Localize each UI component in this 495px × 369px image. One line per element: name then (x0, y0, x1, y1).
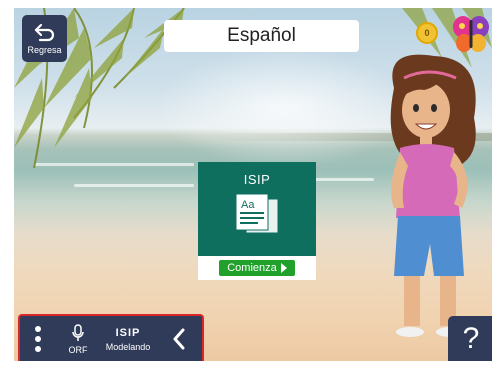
help-button[interactable]: ? (448, 316, 492, 361)
modeling-label: Modelando (105, 341, 151, 352)
orf-label: ORF (68, 344, 88, 355)
svg-text:Aa: Aa (241, 199, 255, 211)
collapse-toolbar-button[interactable] (156, 316, 202, 361)
play-icon (280, 263, 287, 273)
beach-scene: Regresa Español 0 ISIP Aa Comienza ORF I… (14, 8, 492, 361)
character-girl (390, 54, 476, 337)
back-label: Regresa (27, 45, 62, 55)
activity-card-isip[interactable]: ISIP Aa Comienza (198, 162, 316, 280)
activity-card-footer: Comienza (198, 256, 316, 280)
activity-card-title: ISIP (243, 172, 271, 187)
bottom-toolbar: ORF ISIP Modelando (18, 314, 204, 361)
coin-counter: 0 (416, 22, 438, 44)
back-button[interactable]: Regresa (22, 15, 67, 62)
microphone-icon (72, 323, 84, 341)
orf-button[interactable]: ORF (56, 316, 100, 361)
undo-arrow-icon (34, 23, 54, 42)
start-button-label: Comienza (227, 262, 277, 274)
wave-line (74, 184, 194, 187)
chevron-left-icon (173, 328, 185, 350)
document-icon: Aa (235, 193, 279, 234)
page-title: Español (164, 20, 359, 52)
isip-logo: ISIP (115, 326, 141, 339)
start-button[interactable]: Comienza (219, 260, 295, 276)
modeling-button[interactable]: ISIP Modelando (100, 316, 156, 361)
more-vertical-icon[interactable] (20, 316, 56, 361)
